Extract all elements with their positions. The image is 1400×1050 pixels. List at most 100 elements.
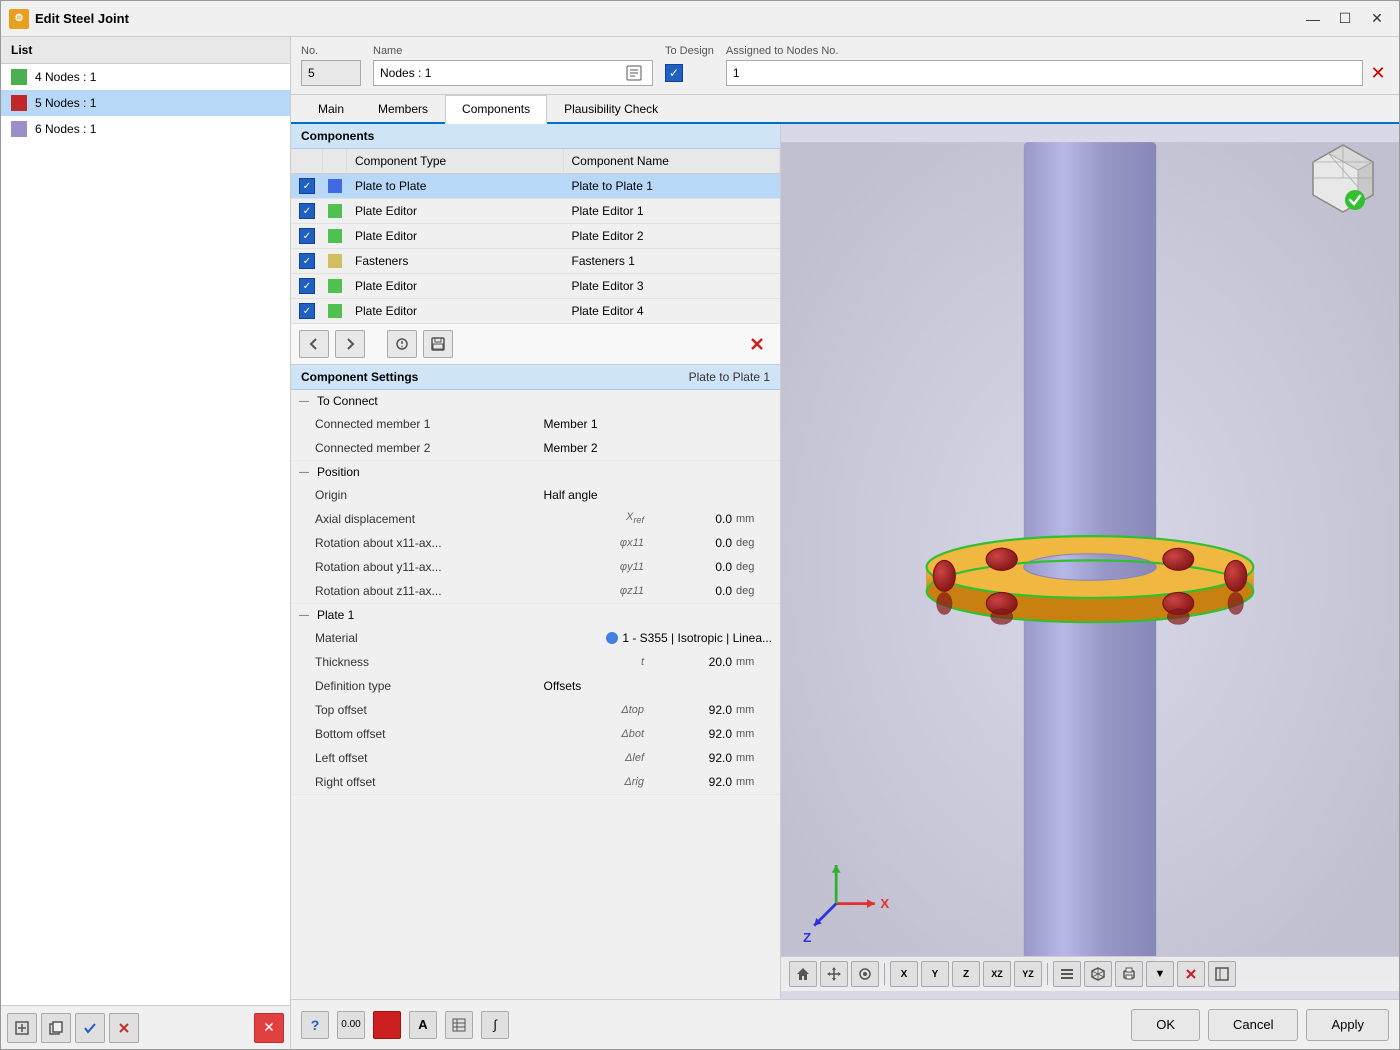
cancel-button[interactable]: Cancel <box>1208 1009 1298 1041</box>
vp-btn-z[interactable]: Z <box>952 961 980 987</box>
list-item-1[interactable]: 4 Nodes : 1 <box>1 64 290 90</box>
add-button[interactable] <box>7 1013 37 1043</box>
setting-definition-type[interactable]: Definition type Offsets <box>291 674 780 698</box>
function-button[interactable]: ∫ <box>481 1011 509 1039</box>
assigned-clear-button[interactable]: ✕ <box>1367 62 1389 84</box>
vp-btn-layers[interactable] <box>1053 961 1081 987</box>
vp-btn-x2[interactable] <box>1177 961 1205 987</box>
setting-thickness[interactable]: Thickness t 20.0 mm <box>291 650 780 674</box>
component-row-1[interactable]: ✓ Plate to Plate Plate to Plate 1 <box>291 174 780 199</box>
assigned-field: Assigned to Nodes No. 1 ✕ <box>726 45 1389 86</box>
apply-button[interactable]: Apply <box>1306 1009 1389 1041</box>
setting-material[interactable]: Material 1 - S355 | Isotropic | Linea... <box>291 626 780 650</box>
group-position: — Position Origin Half angle Axial displ… <box>291 461 780 604</box>
comp-check-4[interactable]: ✓ <box>291 249 323 273</box>
rz11-unit: deg <box>732 585 772 597</box>
vp-btn-pan[interactable] <box>820 961 848 987</box>
comp-check-5[interactable]: ✓ <box>291 274 323 298</box>
setting-origin[interactable]: Origin Half angle <box>291 483 780 507</box>
ry11-unit: deg <box>732 561 772 573</box>
comp-color-5 <box>323 279 347 293</box>
vp-btn-xz[interactable]: XZ <box>983 961 1011 987</box>
setting-connected-member-1[interactable]: Connected member 1 Member 1 <box>291 412 780 436</box>
setting-rotation-z11[interactable]: Rotation about z11-ax... φz11 0.0 deg <box>291 579 780 603</box>
ok-button[interactable]: OK <box>1131 1009 1200 1041</box>
setting-rotation-x11[interactable]: Rotation about x11-ax... φx11 0.0 deg <box>291 531 780 555</box>
copy-button[interactable] <box>41 1013 71 1043</box>
name-label: Name <box>373 45 653 57</box>
component-row-3[interactable]: ✓ Plate Editor Plate Editor 2 <box>291 224 780 249</box>
vp-btn-x[interactable]: X <box>890 961 918 987</box>
comp-check-6[interactable]: ✓ <box>291 299 323 323</box>
setting-right-offset[interactable]: Right offset Δrig 92.0 mm <box>291 770 780 794</box>
list-item-2[interactable]: 5 Nodes : 1 <box>1 90 290 116</box>
component-row-4[interactable]: ✓ Fasteners Fasteners 1 <box>291 249 780 274</box>
list-item-3[interactable]: 6 Nodes : 1 <box>1 116 290 142</box>
list-items: 4 Nodes : 1 5 Nodes : 1 6 Nodes : 1 <box>1 64 290 1005</box>
comp-name-5: Plate Editor 3 <box>564 274 781 298</box>
group-plate1-header[interactable]: — Plate 1 <box>291 604 780 626</box>
vp-btn-3d[interactable] <box>1084 961 1112 987</box>
setting-rotation-y11[interactable]: Rotation about y11-ax... φy11 0.0 deg <box>291 555 780 579</box>
move-right-button[interactable] <box>335 330 365 358</box>
viewport[interactable]: X Z <box>781 124 1399 999</box>
table-header: Component Type Component Name <box>291 149 780 174</box>
assigned-value[interactable]: 1 <box>726 60 1363 86</box>
delete-component-button[interactable] <box>742 330 772 358</box>
table-button[interactable] <box>445 1011 473 1039</box>
cube-navigator[interactable] <box>1303 140 1383 220</box>
name-input[interactable]: Nodes : 1 <box>373 60 653 86</box>
red-square-button[interactable] <box>373 1011 401 1039</box>
vp-btn-view[interactable] <box>851 961 879 987</box>
setting-top-offset[interactable]: Top offset Δtop 92.0 mm <box>291 698 780 722</box>
tab-main[interactable]: Main <box>301 95 361 124</box>
scene-svg: X Z <box>781 124 1399 999</box>
move-left-button[interactable] <box>299 330 329 358</box>
comp-type-4: Fasteners <box>347 249 564 273</box>
save-component-button[interactable] <box>423 330 453 358</box>
list-item-label-3: 6 Nodes : 1 <box>35 122 96 136</box>
text-button[interactable]: A <box>409 1011 437 1039</box>
minimize-button[interactable]: — <box>1299 7 1327 31</box>
component-row-5[interactable]: ✓ Plate Editor Plate Editor 3 <box>291 274 780 299</box>
components-toolbar <box>291 324 780 365</box>
material-value: 1 - S355 | Isotropic | Linea... <box>622 631 772 645</box>
origin-label: Origin <box>315 488 544 502</box>
svg-text:Z: Z <box>803 930 811 945</box>
comp-check-2[interactable]: ✓ <box>291 199 323 223</box>
setting-bottom-offset[interactable]: Bottom offset Δbot 92.0 mm <box>291 722 780 746</box>
name-col-header: Component Name <box>564 149 781 173</box>
setting-left-offset[interactable]: Left offset Δlef 92.0 mm <box>291 746 780 770</box>
vp-btn-expand[interactable] <box>1208 961 1236 987</box>
group-to-connect-header[interactable]: — To Connect <box>291 390 780 412</box>
group-position-header[interactable]: — Position <box>291 461 780 483</box>
tab-components[interactable]: Components <box>445 95 547 124</box>
vp-btn-print[interactable] <box>1115 961 1143 987</box>
maximize-button[interactable]: ☐ <box>1331 7 1359 31</box>
value-button[interactable]: 0.00 <box>337 1011 365 1039</box>
vp-btn-y[interactable]: Y <box>921 961 949 987</box>
vp-sep-2 <box>1047 963 1048 985</box>
name-edit-button[interactable] <box>622 61 646 85</box>
component-row-6[interactable]: ✓ Plate Editor Plate Editor 4 <box>291 299 780 324</box>
tab-plausibility[interactable]: Plausibility Check <box>547 95 675 124</box>
vp-btn-arrow[interactable]: ▼ <box>1146 961 1174 987</box>
help-button[interactable]: ? <box>301 1011 329 1039</box>
vp-btn-yz[interactable]: YZ <box>1014 961 1042 987</box>
uncheck-all-button[interactable] <box>109 1013 139 1043</box>
delete-button[interactable]: ✕ <box>254 1013 284 1043</box>
check-all-button[interactable] <box>75 1013 105 1043</box>
close-button[interactable]: ✕ <box>1363 7 1391 31</box>
setting-axial-displacement[interactable]: Axial displacement Xref 0.0 mm <box>291 507 780 531</box>
vp-btn-home[interactable] <box>789 961 817 987</box>
tab-members[interactable]: Members <box>361 95 445 124</box>
content-area: Components Component Type Component Name… <box>291 124 1399 999</box>
to-design-checkbox[interactable]: ✓ <box>665 64 683 82</box>
component-row-2[interactable]: ✓ Plate Editor Plate Editor 1 <box>291 199 780 224</box>
setting-connected-member-2[interactable]: Connected member 2 Member 2 <box>291 436 780 460</box>
comp-check-1[interactable]: ✓ <box>291 174 323 198</box>
lef-offset-value: 92.0 <box>652 751 732 765</box>
rx11-label: Rotation about x11-ax... <box>315 536 592 550</box>
edit-component-button[interactable] <box>387 330 417 358</box>
comp-check-3[interactable]: ✓ <box>291 224 323 248</box>
